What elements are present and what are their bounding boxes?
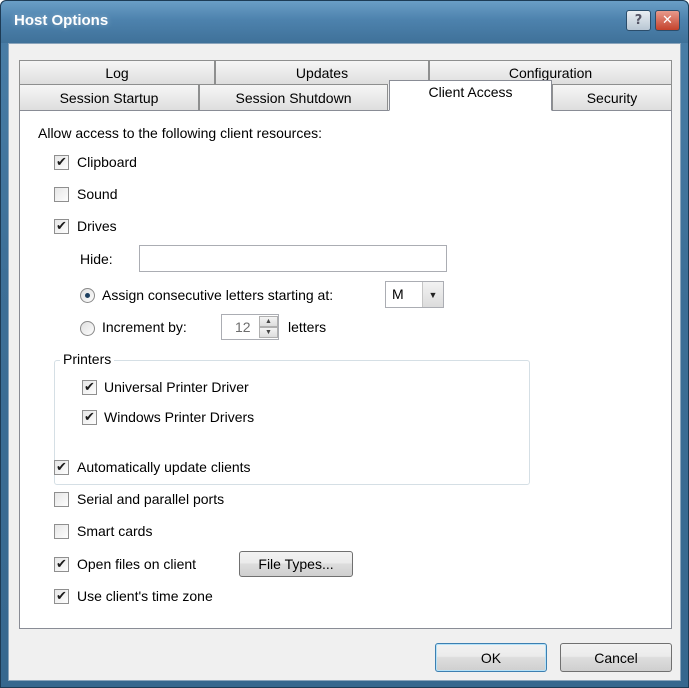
tab-security[interactable]: Security	[552, 84, 672, 110]
hide-input[interactable]	[139, 245, 447, 272]
letters-suffix-label: letters	[288, 319, 327, 335]
cancel-button[interactable]: Cancel	[560, 643, 672, 672]
serial-ports-checkbox[interactable]	[54, 492, 69, 507]
windows-printer-checkbox[interactable]: ✔	[82, 410, 97, 425]
printers-group-title: Printers	[60, 351, 115, 367]
dialog-client-area: Log Updates Configuration Session Startu…	[8, 43, 681, 681]
open-files-label: Open files on client	[77, 556, 197, 572]
tab-label: Security	[586, 89, 638, 106]
drives-checkbox[interactable]: ✔	[54, 219, 69, 234]
increment-label: Increment by:	[102, 319, 187, 335]
increment-radio[interactable]	[80, 321, 95, 336]
tab-log[interactable]: Log	[19, 60, 215, 84]
start-letter-value: M	[392, 286, 404, 302]
chevron-down-icon[interactable]: ▼	[422, 282, 443, 307]
tab-label: Updates	[295, 64, 349, 81]
time-zone-checkbox[interactable]: ✔	[54, 589, 69, 604]
tab-label: Log	[105, 64, 129, 81]
ok-button[interactable]: OK	[435, 643, 547, 672]
smart-cards-checkbox[interactable]	[54, 524, 69, 539]
intro-text: Allow access to the following client res…	[38, 125, 323, 141]
universal-printer-checkbox[interactable]: ✔	[82, 380, 97, 395]
sound-label: Sound	[77, 186, 118, 202]
assign-letters-label: Assign consecutive letters starting at:	[102, 287, 334, 303]
spin-up-icon[interactable]: ▲	[259, 316, 278, 327]
clipboard-checkbox[interactable]: ✔	[54, 155, 69, 170]
close-icon[interactable]: ✕	[655, 10, 680, 31]
title-bar[interactable]: Host Options ? ✕	[1, 1, 688, 43]
tab-client-access[interactable]: Client Access	[389, 80, 552, 111]
tab-label: Session Shutdown	[235, 89, 352, 106]
tab-label: Client Access	[428, 83, 513, 100]
tab-label: Configuration	[508, 64, 593, 81]
universal-printer-label: Universal Printer Driver	[104, 379, 249, 395]
tab-label: Session Startup	[59, 89, 159, 106]
hide-label: Hide:	[80, 251, 113, 267]
time-zone-label: Use client's time zone	[77, 588, 213, 604]
assign-letters-radio[interactable]	[80, 288, 95, 303]
serial-ports-label: Serial and parallel ports	[77, 491, 225, 507]
auto-update-checkbox[interactable]: ✔	[54, 460, 69, 475]
drives-label: Drives	[77, 218, 117, 234]
cancel-label: Cancel	[594, 649, 638, 666]
auto-update-label: Automatically update clients	[77, 459, 251, 475]
open-files-checkbox[interactable]: ✔	[54, 557, 69, 572]
file-types-button[interactable]: File Types...	[239, 551, 353, 577]
tab-session-startup[interactable]: Session Startup	[19, 84, 199, 110]
smart-cards-label: Smart cards	[77, 523, 153, 539]
window-title: Host Options	[14, 12, 109, 29]
ok-label: OK	[480, 649, 502, 666]
increment-value: 12	[235, 319, 251, 335]
windows-printer-label: Windows Printer Drivers	[104, 409, 255, 425]
sound-checkbox[interactable]	[54, 187, 69, 202]
clipboard-label: Clipboard	[77, 154, 137, 170]
start-letter-select[interactable]: M ▼	[385, 281, 444, 308]
tab-session-shutdown[interactable]: Session Shutdown	[199, 84, 388, 110]
host-options-window: Host Options ? ✕ Log Updates Configurati…	[0, 0, 689, 688]
file-types-label: File Types...	[258, 556, 334, 572]
client-access-panel: Allow access to the following client res…	[19, 110, 672, 629]
help-icon[interactable]: ?	[626, 10, 651, 31]
increment-stepper[interactable]: 12 ▲ ▼	[221, 314, 279, 340]
spin-down-icon[interactable]: ▼	[259, 327, 278, 338]
